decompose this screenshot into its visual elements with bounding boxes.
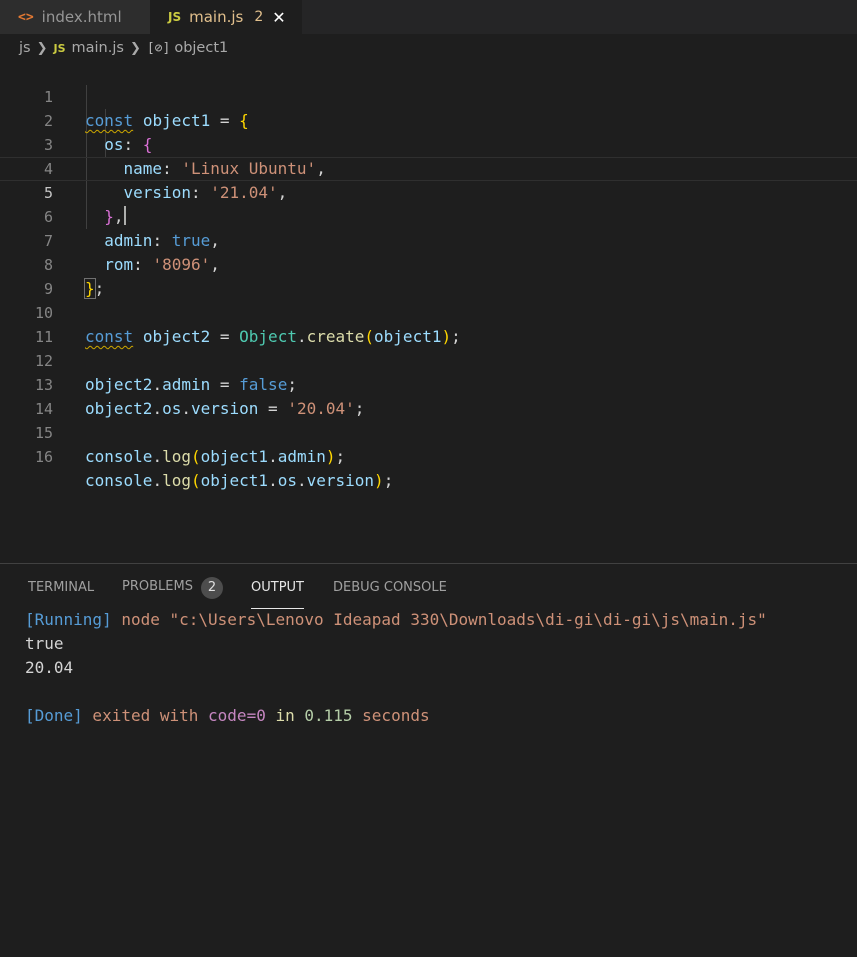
chevron-right-icon: ❯ bbox=[129, 40, 141, 56]
code-line-7[interactable]: 7 rom: '8096', bbox=[0, 205, 857, 274]
tab-output[interactable]: OUTPUT bbox=[251, 580, 304, 609]
done-tag: [Done] bbox=[25, 706, 83, 725]
code-line-5[interactable]: 5 }, bbox=[0, 157, 857, 226]
output-line: true bbox=[25, 634, 64, 653]
property: os bbox=[277, 471, 297, 490]
running-command: node "c:\Users\Lenovo Ideapad 330\Downlo… bbox=[111, 610, 767, 629]
output-line: 20.04 bbox=[25, 658, 74, 677]
panel-tabs: TERMINAL PROBLEMS 2 OUTPUT DEBUG CONSOLE bbox=[0, 564, 857, 610]
breadcrumb-symbol[interactable]: object1 bbox=[174, 40, 228, 56]
semicolon: ; bbox=[335, 447, 346, 466]
property: admin bbox=[277, 447, 326, 466]
tab-debug-console[interactable]: DEBUG CONSOLE bbox=[333, 580, 447, 608]
breadcrumb-folder[interactable]: js bbox=[19, 40, 31, 56]
dot: . bbox=[152, 447, 163, 466]
identifier: console bbox=[85, 447, 153, 466]
code-editor[interactable]: 1 const object1 = { 2 os: { 3 name: 'Lin… bbox=[0, 61, 857, 561]
bracket: ( bbox=[190, 447, 201, 466]
identifier: console bbox=[85, 471, 153, 490]
dot: . bbox=[268, 447, 278, 466]
editor-tab-bar: <> index.html JS main.js 2 ✕ bbox=[0, 0, 857, 34]
code-line-14[interactable]: 14 bbox=[0, 373, 857, 418]
line-number: 16 bbox=[34, 448, 53, 466]
done-text: exited with bbox=[82, 706, 209, 725]
tab-problems[interactable]: PROBLEMS 2 bbox=[122, 577, 223, 605]
done-text: in bbox=[265, 706, 305, 725]
function-name: log bbox=[162, 447, 191, 466]
function-name: log bbox=[162, 471, 191, 490]
code-line-9[interactable]: 9 bbox=[0, 253, 857, 298]
code-line-13[interactable]: 13 object2.os.version = '20.04'; bbox=[0, 349, 857, 418]
html-icon: <> bbox=[18, 9, 34, 25]
tab-label: PROBLEMS bbox=[122, 579, 193, 594]
done-text: seconds bbox=[352, 706, 430, 725]
problem-count-badge: 2 bbox=[200, 577, 223, 599]
code-line-4[interactable]: 4 version: '21.04', bbox=[0, 133, 857, 202]
elapsed-time: 0.115 bbox=[304, 706, 353, 725]
code-line-8[interactable]: 8 }; bbox=[0, 229, 857, 299]
js-icon: JS bbox=[168, 10, 182, 24]
code-line-11[interactable]: 11 bbox=[0, 301, 857, 346]
breadcrumb: js ❯ JS main.js ❯ [⊘] object1 bbox=[0, 34, 857, 62]
code-line-2[interactable]: 2 os: { bbox=[0, 85, 857, 154]
variable-symbol-icon: [⊘] bbox=[146, 40, 171, 56]
exit-code: code=0 bbox=[208, 706, 266, 725]
tab-index-html[interactable]: <> index.html bbox=[0, 0, 150, 34]
semicolon: ; bbox=[383, 471, 394, 490]
tab-main-js[interactable]: JS main.js 2 ✕ bbox=[150, 0, 302, 34]
code-line-1[interactable]: 1 const object1 = { bbox=[0, 61, 857, 130]
dot: . bbox=[152, 471, 163, 490]
problem-count-badge: 2 bbox=[254, 9, 264, 25]
identifier: object1 bbox=[200, 471, 269, 490]
bracket: ( bbox=[190, 471, 201, 490]
code-line-15[interactable]: 15 console.log(object1.admin); bbox=[0, 397, 857, 466]
breadcrumb-file[interactable]: main.js bbox=[72, 40, 124, 56]
code-line-10[interactable]: 10 const object2 = Object.create(object1… bbox=[0, 277, 857, 346]
dot: . bbox=[268, 471, 278, 490]
code-line-16[interactable]: 16 console.log(object1.os.version); bbox=[0, 421, 857, 490]
code-line-6[interactable]: 6 admin: true, bbox=[0, 181, 857, 250]
output-done-line: [Done] exited with code=0 in 0.115 secon… bbox=[25, 704, 430, 728]
tab-terminal[interactable]: TERMINAL bbox=[28, 580, 94, 608]
js-icon: JS bbox=[53, 41, 66, 55]
bracket: ) bbox=[325, 447, 336, 466]
code-line-12[interactable]: 12 object2.admin = false; bbox=[0, 325, 857, 394]
dot: . bbox=[296, 471, 307, 490]
chevron-right-icon: ❯ bbox=[36, 40, 48, 56]
bracket: ) bbox=[374, 471, 384, 490]
bottom-panel: TERMINAL PROBLEMS 2 OUTPUT DEBUG CONSOLE … bbox=[0, 563, 857, 957]
property: version bbox=[306, 471, 375, 490]
tab-label: main.js bbox=[189, 8, 244, 26]
output-running-line: [Running] node "c:\Users\Lenovo Ideapad … bbox=[25, 608, 767, 632]
code-line-3[interactable]: 3 name: 'Linux Ubuntu', bbox=[0, 109, 857, 178]
running-tag: [Running] bbox=[25, 610, 112, 629]
identifier: object1 bbox=[200, 447, 269, 466]
tab-label: index.html bbox=[41, 8, 122, 26]
close-icon[interactable]: ✕ bbox=[272, 8, 285, 27]
